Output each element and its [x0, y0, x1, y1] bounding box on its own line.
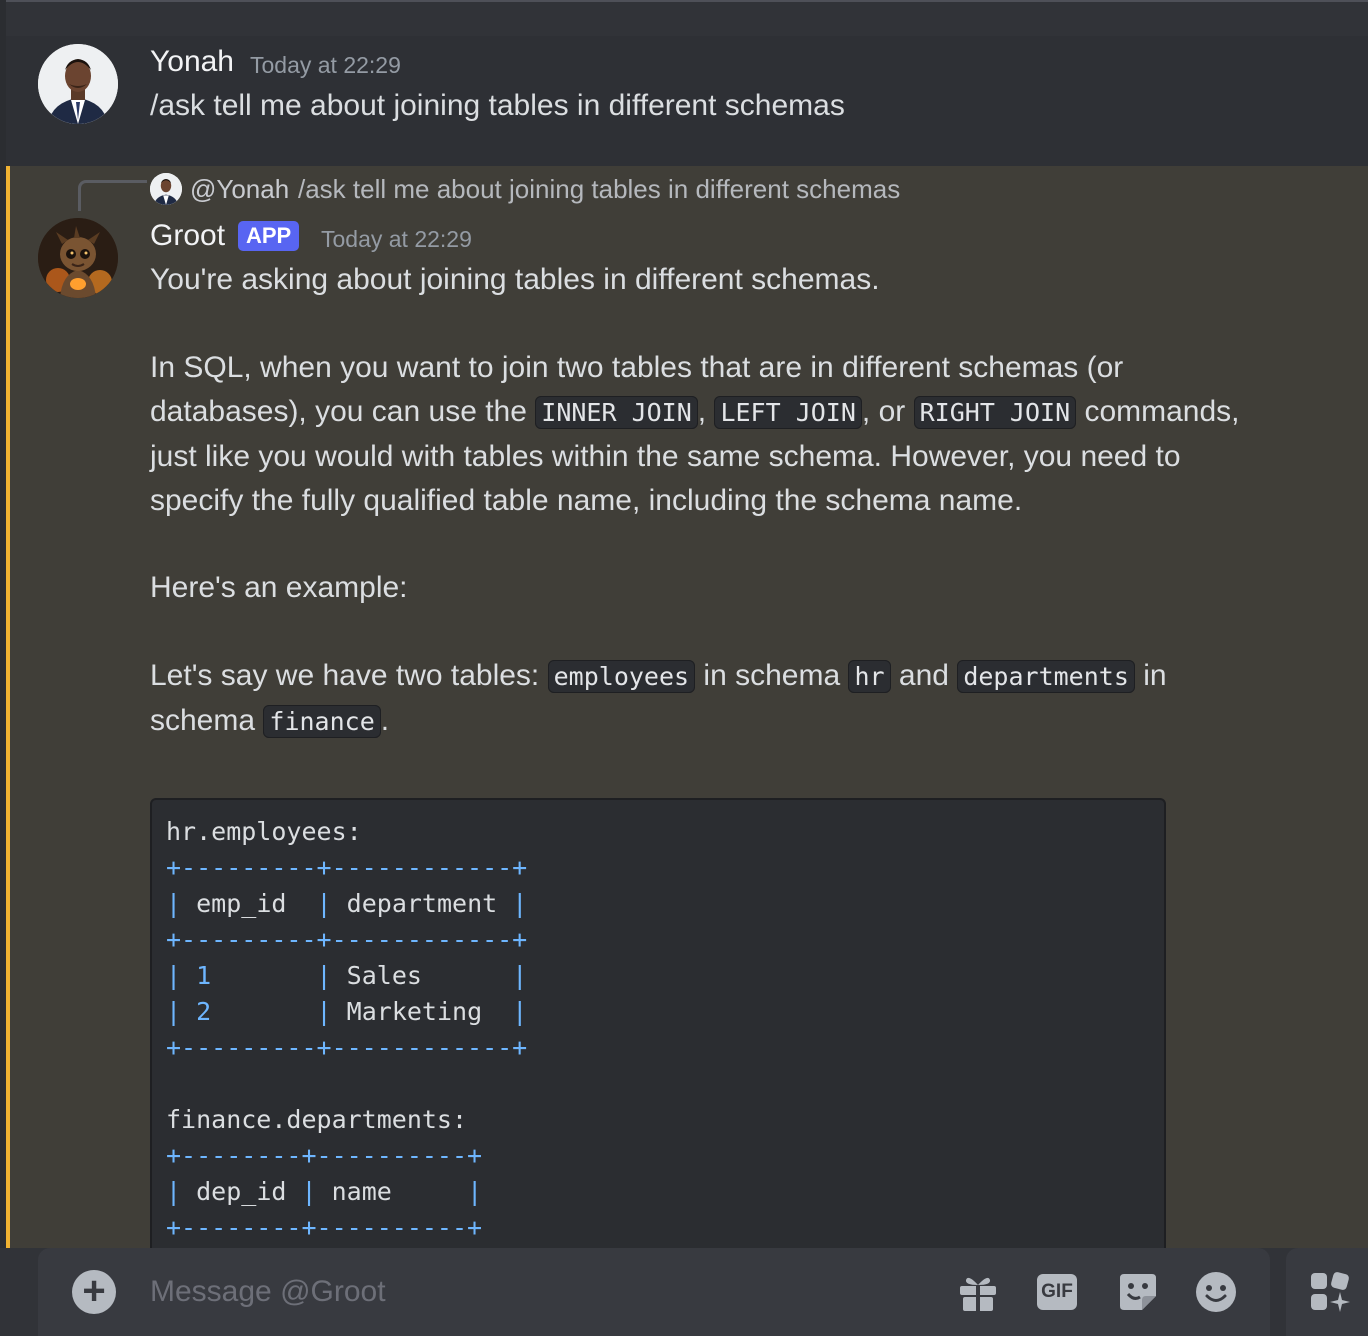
sticker-icon[interactable]	[1116, 1270, 1160, 1314]
reply-connector	[78, 180, 147, 211]
text-run: Let's say we have two tables:	[150, 659, 548, 692]
gif-icon[interactable]: GIF	[1036, 1270, 1080, 1314]
inline-code-inner-join: INNER JOIN	[535, 396, 698, 429]
gif-label: GIF	[1037, 1274, 1077, 1310]
message-text: /ask tell me about joining tables in dif…	[150, 89, 845, 122]
code-cell-number: 2	[196, 997, 212, 1026]
code-table-name: hr.employees:	[166, 817, 362, 846]
code-border: +---------+------------+	[166, 853, 528, 882]
avatar[interactable]	[38, 44, 118, 124]
message-gap	[6, 2, 1368, 36]
code-header-cell: emp_id	[196, 889, 287, 918]
mention-highlight-bar	[6, 166, 10, 1266]
code-border: +--------+----------+	[166, 1213, 483, 1242]
emoji-icon[interactable]	[1194, 1270, 1238, 1314]
user-message[interactable]: Yonah Today at 22:29 /ask tell me about …	[6, 2, 1368, 166]
reply-preview-text[interactable]: /ask tell me about joining tables in dif…	[298, 174, 900, 204]
paragraph-example-label: Here's an example:	[150, 571, 408, 604]
inline-code-departments: departments	[957, 660, 1135, 693]
bot-author-name[interactable]: Groot	[150, 221, 225, 251]
code-header-cell: department	[346, 889, 498, 918]
code-cell-number: 1	[196, 961, 212, 990]
code-border: +---------+------------+	[166, 925, 528, 954]
paragraph-intro: You're asking about joining tables in di…	[150, 263, 880, 296]
text-run: in schema	[695, 659, 849, 692]
paragraph-tables: Let's say we have two tables: employees …	[150, 654, 1230, 744]
inline-code-hr: hr	[848, 660, 891, 693]
app-badge: APP	[238, 221, 300, 251]
text-run: ,	[697, 395, 715, 428]
code-header-cell: dep_id	[196, 1177, 287, 1206]
paragraph-explanation: In SQL, when you want to join two tables…	[150, 346, 1260, 523]
plus-icon[interactable]: +	[72, 1270, 116, 1314]
bot-avatar[interactable]	[38, 218, 118, 298]
reply-avatar[interactable]	[150, 173, 182, 205]
text-run: .	[380, 704, 390, 737]
inline-code-finance: finance	[263, 705, 381, 738]
inline-code-employees: employees	[547, 660, 696, 693]
apps-launcher[interactable]	[1286, 1248, 1368, 1336]
reply-mention[interactable]: @Yonah	[190, 174, 289, 204]
timestamp: Today at 22:29	[321, 226, 472, 252]
code-header-cell: name	[331, 1177, 392, 1206]
text-run: , or	[861, 395, 914, 428]
timestamp: Today at 22:29	[250, 52, 401, 78]
inline-code-left-join: LEFT JOIN	[714, 396, 862, 429]
code-table-name: finance.departments:	[166, 1105, 468, 1134]
code-cell: Sales	[346, 961, 422, 990]
code-block[interactable]: hr.employees: +---------+------------+ |…	[150, 798, 1166, 1322]
bot-message[interactable]: @Yonah /ask tell me about joining tables…	[6, 166, 1368, 1336]
code-cell: Marketing	[346, 997, 483, 1026]
code-border: +---------+------------+	[166, 1033, 528, 1062]
author-name[interactable]: Yonah	[150, 47, 234, 77]
text-run: and	[890, 659, 958, 692]
gift-icon[interactable]	[956, 1270, 1000, 1314]
code-border: +--------+----------+	[166, 1141, 483, 1170]
apps-icon[interactable]	[1308, 1270, 1352, 1314]
inline-code-right-join: RIGHT JOIN	[913, 396, 1077, 429]
message-input[interactable]: Message @Groot	[150, 1274, 386, 1310]
message-composer[interactable]: + Message @Groot GIF	[38, 1248, 1270, 1336]
